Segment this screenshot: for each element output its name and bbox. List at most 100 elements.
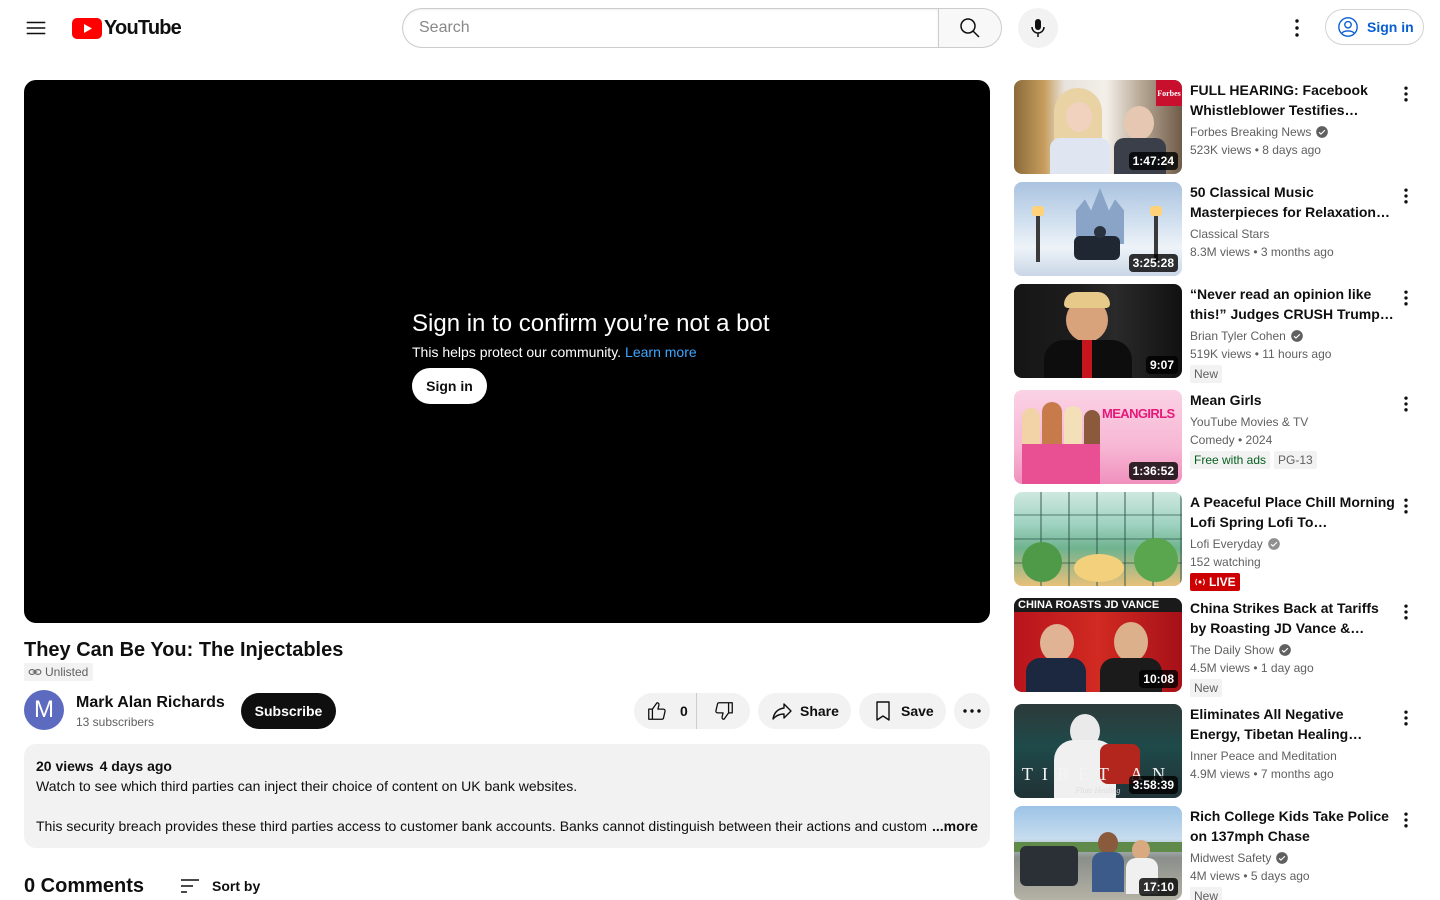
verified-icon	[1316, 126, 1329, 138]
hamburger-menu-icon	[26, 21, 46, 35]
vertical-dots-icon	[1404, 290, 1408, 306]
guide-menu-button[interactable]	[16, 8, 56, 48]
account-icon	[1338, 17, 1358, 37]
search-button[interactable]	[938, 8, 1002, 48]
player-sign-in-button[interactable]: Sign in	[412, 368, 487, 404]
channel-label: Forbes Breaking News	[1190, 125, 1312, 139]
video-duration: 9:07	[1145, 356, 1178, 374]
video-thumbnail[interactable]: 3:25:28	[1014, 182, 1182, 276]
view-count-label: 523K views	[1190, 143, 1252, 157]
description-meta: 20 views 4 days ago	[36, 756, 978, 776]
recommendation-menu-button[interactable]	[1394, 808, 1418, 832]
recommendation-channel[interactable]: Midwest Safety	[1190, 849, 1396, 867]
genre-year-label: Comedy • 2024	[1190, 433, 1273, 447]
sign-in-label: Sign in	[1367, 19, 1414, 35]
bot-check-title: Sign in to confirm you’re not a bot	[412, 310, 770, 337]
unlisted-badge: Unlisted	[24, 663, 94, 681]
age-label: 1 day ago	[1260, 661, 1314, 675]
recommendation-menu-button[interactable]	[1394, 706, 1418, 730]
description-more-button[interactable]: ...more	[930, 816, 978, 836]
channel-label: Inner Peace and Meditation	[1190, 749, 1337, 763]
recommendation-title[interactable]: China Strikes Back at Tariffs by Roastin…	[1190, 598, 1396, 638]
youtube-logo[interactable]: YouTube	[72, 17, 182, 39]
video-title: They Can Be You: The Injectables	[24, 639, 344, 661]
save-button[interactable]: Save	[859, 693, 946, 729]
video-thumbnail[interactable]: CHINA ROASTS JD VANCE 10:08	[1014, 598, 1182, 692]
recommendation-channel[interactable]: Forbes Breaking News	[1190, 123, 1396, 141]
recommendation-channel[interactable]: Lofi Everyday	[1190, 535, 1396, 553]
bot-check-subtitle: This helps protect our community. Learn m…	[412, 342, 770, 362]
link-icon	[28, 669, 42, 675]
verified-icon	[1267, 538, 1280, 550]
subscribe-button[interactable]: Subscribe	[241, 693, 336, 729]
recommendation-menu-button[interactable]	[1394, 184, 1418, 208]
recommendation-channel[interactable]: YouTube Movies & TV	[1190, 413, 1396, 431]
recommendation-title[interactable]: FULL HEARING: Facebook Whistleblower Tes…	[1190, 80, 1396, 120]
video-thumbnail[interactable]: 17:10	[1014, 806, 1182, 900]
mean-girls-logo: MEANGIRLS	[1102, 406, 1175, 421]
verified-icon	[1276, 852, 1289, 864]
header-sign-in-button[interactable]: Sign in	[1325, 9, 1424, 45]
video-thumbnail[interactable]: MEANGIRLS 1:36:52	[1014, 390, 1182, 484]
channel-avatar[interactable]: M	[24, 690, 64, 730]
voice-search-button[interactable]	[1018, 8, 1058, 48]
recommendation-item[interactable]: CHINA ROASTS JD VANCE 10:08 China Strike…	[1014, 598, 1424, 697]
video-thumbnail[interactable]	[1014, 492, 1182, 586]
recommendation-item[interactable]: A Peaceful Place Chill Morning Lofi Spri…	[1014, 492, 1424, 591]
share-button[interactable]: Share	[758, 693, 851, 729]
recommendation-menu-button[interactable]	[1394, 82, 1418, 106]
video-thumbnail[interactable]: TIBET AN Flute Healing 3:58:39	[1014, 704, 1182, 798]
recommendation-meta: Comedy • 2024	[1190, 431, 1396, 449]
recommendation-item[interactable]: 3:25:28 50 Classical Music Masterpieces …	[1014, 182, 1424, 276]
recommendation-title[interactable]: “Never read an opinion like this!” Judge…	[1190, 284, 1396, 324]
new-badge: New	[1190, 365, 1223, 383]
recommendation-item[interactable]: 17:10 Rich College Kids Take Police on 1…	[1014, 806, 1424, 900]
recommendation-menu-button[interactable]	[1394, 392, 1418, 416]
video-duration: 1:36:52	[1128, 462, 1178, 480]
recommendation-title[interactable]: Mean Girls	[1190, 390, 1396, 410]
recommendation-title[interactable]: Eliminates All Negative Energy, Tibetan …	[1190, 704, 1396, 744]
china-roasts-banner: CHINA ROASTS JD VANCE	[1014, 598, 1182, 612]
age-label: 3 months ago	[1260, 245, 1334, 259]
recommendation-menu-button[interactable]	[1394, 600, 1418, 624]
recommendation-details: A Peaceful Place Chill Morning Lofi Spri…	[1190, 492, 1396, 593]
recommendation-menu-button[interactable]	[1394, 286, 1418, 310]
recommendation-item[interactable]: TIBET AN Flute Healing 3:58:39 Eliminate…	[1014, 704, 1424, 798]
save-label: Save	[901, 703, 934, 719]
video-thumbnail[interactable]: Forbes 1:47:24	[1014, 80, 1182, 174]
recommendation-meta: 4M views • 5 days ago	[1190, 869, 1310, 883]
new-badge: New	[1190, 679, 1223, 697]
settings-menu-button[interactable]	[1277, 8, 1317, 48]
recommendation-channel[interactable]: Brian Tyler Cohen	[1190, 327, 1396, 345]
description-box[interactable]: 20 views 4 days ago Watch to see which th…	[24, 744, 990, 848]
recommendation-meta: 4.5M views • 1 day ago	[1190, 661, 1314, 675]
recommendation-channel[interactable]: Classical Stars	[1190, 225, 1396, 243]
more-actions-button[interactable]	[954, 693, 990, 729]
like-button[interactable]: 0	[634, 693, 697, 729]
recommendation-channel[interactable]: Inner Peace and Meditation	[1190, 747, 1396, 765]
recommendation-item[interactable]: 9:07 “Never read an opinion like this!” …	[1014, 284, 1424, 383]
channel-label: YouTube Movies & TV	[1190, 415, 1309, 429]
channel-name[interactable]: Mark Alan Richards	[76, 692, 225, 714]
recommendation-channel[interactable]: The Daily Show	[1190, 641, 1396, 659]
new-badge: New	[1190, 887, 1223, 900]
learn-more-link[interactable]: Learn more	[625, 344, 697, 360]
recommendation-item[interactable]: Forbes 1:47:24 FULL HEARING: Facebook Wh…	[1014, 80, 1424, 174]
video-thumbnail[interactable]: 9:07	[1014, 284, 1182, 378]
view-count: 20 views	[36, 758, 94, 774]
age-label: 7 months ago	[1260, 767, 1334, 781]
video-duration: 1:47:24	[1128, 152, 1178, 170]
sort-by-button[interactable]: Sort by	[178, 874, 260, 898]
view-count-label: 4.5M views	[1190, 661, 1251, 675]
search-input[interactable]	[402, 8, 939, 48]
view-count-label: 8.3M views	[1190, 245, 1251, 259]
recommendation-details: 50 Classical Music Masterpieces for Rela…	[1190, 182, 1396, 261]
recommendation-item[interactable]: MEANGIRLS 1:36:52 Mean Girls YouTube Mov…	[1014, 390, 1424, 484]
recommendation-title[interactable]: 50 Classical Music Masterpieces for Rela…	[1190, 182, 1396, 222]
dislike-button[interactable]	[697, 693, 750, 729]
recommendation-title[interactable]: A Peaceful Place Chill Morning Lofi Spri…	[1190, 492, 1396, 532]
channel-label: Classical Stars	[1190, 227, 1270, 241]
video-player[interactable]: Sign in to confirm you’re not a bot This…	[24, 80, 990, 623]
recommendation-menu-button[interactable]	[1394, 494, 1418, 518]
recommendation-title[interactable]: Rich College Kids Take Police on 137mph …	[1190, 806, 1396, 846]
